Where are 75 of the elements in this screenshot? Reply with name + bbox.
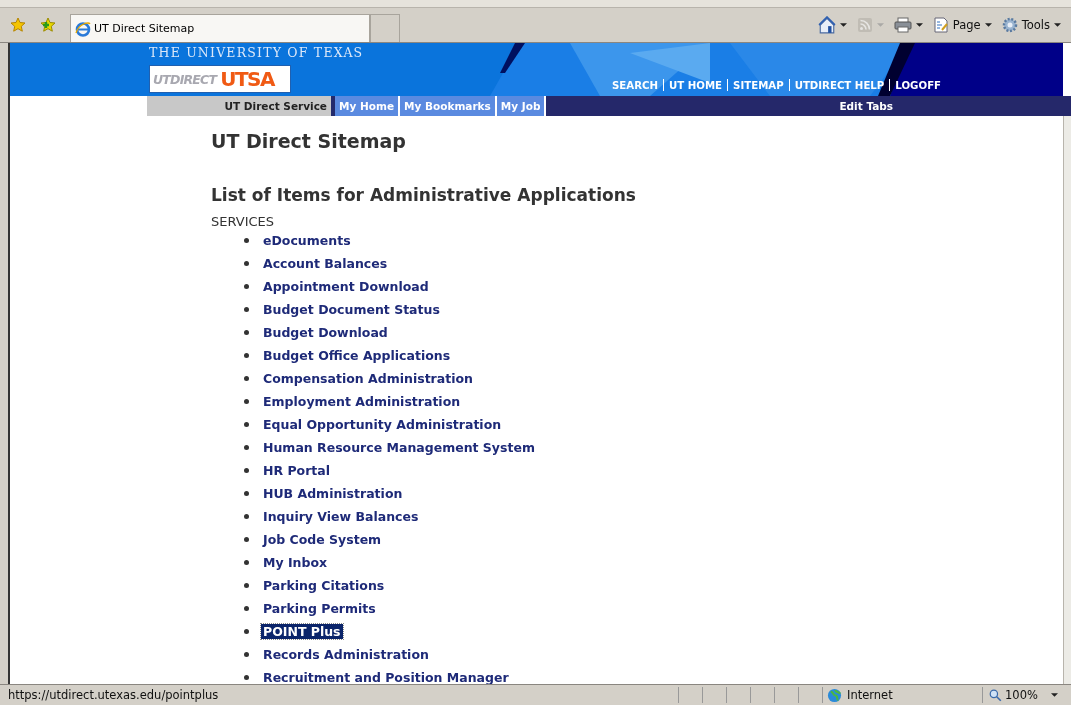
add-favorite-icon[interactable] [40, 17, 56, 33]
bullet-icon [244, 284, 249, 289]
dropdown-caret-icon [1050, 693, 1058, 697]
service-link[interactable]: Employment Administration [261, 394, 463, 409]
service-link[interactable]: Budget Document Status [261, 302, 442, 317]
security-zone: Internet [847, 688, 893, 702]
bullet-icon [244, 583, 249, 588]
nav-tab[interactable]: UT Direct Service [147, 96, 335, 116]
service-link[interactable]: Account Balances [261, 256, 390, 271]
new-tab-button[interactable] [370, 14, 400, 42]
bullet-icon [244, 629, 249, 634]
service-link[interactable]: Inquiry View Balances [261, 509, 421, 524]
bullet-icon [244, 399, 249, 404]
browser-e-icon [75, 20, 91, 37]
page-title: UT Direct Sitemap [211, 130, 407, 152]
favorites-star-icon[interactable] [10, 17, 26, 33]
service-link[interactable]: eDocuments [261, 233, 353, 248]
print-button[interactable] [891, 17, 925, 33]
service-link[interactable]: Equal Opportunity Administration [261, 417, 504, 432]
edit-tabs-link[interactable]: Edit Tabs [839, 100, 894, 112]
bullet-icon [244, 422, 249, 427]
bullet-icon [244, 606, 249, 611]
bullet-icon [244, 353, 249, 358]
service-link[interactable]: POINT Plus [261, 624, 343, 639]
service-link[interactable]: HR Portal [261, 463, 333, 478]
service-link[interactable]: Recruitment and Position Manager [261, 670, 511, 684]
service-link[interactable]: Job Code System [261, 532, 384, 547]
gear-icon [1001, 17, 1018, 33]
dropdown-caret-icon [876, 23, 884, 27]
bullet-icon [244, 307, 249, 312]
house-icon [817, 16, 836, 34]
dropdown-caret-icon [984, 23, 992, 27]
bullet-icon [244, 537, 249, 542]
service-link[interactable]: HUB Administration [261, 486, 405, 501]
bullet-icon [244, 560, 249, 565]
globe-icon [827, 687, 842, 703]
bullet-icon [244, 675, 249, 680]
bullet-icon [244, 330, 249, 335]
header-link[interactable]: SITEMAP [728, 79, 789, 91]
printer-icon [893, 17, 912, 33]
section-heading: List of Items for Administrative Applications [211, 185, 637, 205]
header-link[interactable]: UT HOME [664, 79, 728, 91]
service-link[interactable]: My Inbox [261, 555, 330, 570]
bullet-icon [244, 238, 249, 243]
magnifier-icon [989, 688, 1002, 702]
header-link[interactable]: LOGOFF [890, 79, 947, 91]
page-icon [932, 17, 949, 33]
category-label: SERVICES [211, 214, 276, 229]
service-link[interactable]: Appointment Download [261, 279, 431, 294]
service-link[interactable]: Human Resource Management System [261, 440, 537, 455]
university-name: THE UNIVERSITY OF TEXAS [149, 44, 365, 62]
service-link[interactable]: Parking Citations [261, 578, 387, 593]
bullet-icon [244, 376, 249, 381]
service-link[interactable]: Parking Permits [261, 601, 378, 616]
bullet-icon [244, 445, 249, 450]
bullet-icon [244, 261, 249, 266]
bullet-icon [244, 652, 249, 657]
header-link[interactable]: UTDIRECT HELP [789, 79, 890, 91]
dropdown-caret-icon [915, 23, 923, 27]
scrollbar[interactable] [1063, 116, 1071, 684]
bullet-icon [244, 514, 249, 519]
browser-tab[interactable]: UT Direct Sitemap [70, 14, 370, 42]
feed-icon [856, 17, 873, 33]
bullet-icon [244, 491, 249, 496]
status-url: https://utdirect.utexas.edu/pointplus [7, 688, 220, 702]
zoom-button[interactable]: 100% [982, 687, 1058, 703]
service-link[interactable]: Budget Download [261, 325, 390, 340]
dropdown-caret-icon [839, 23, 847, 27]
bullet-icon [244, 468, 249, 473]
dropdown-caret-icon [1054, 23, 1061, 27]
service-link[interactable]: Records Administration [261, 647, 431, 662]
service-link[interactable]: Budget Office Applications [261, 348, 453, 363]
page-button[interactable]: Page [930, 17, 994, 33]
tools-button[interactable]: Tools [999, 17, 1063, 33]
service-link[interactable]: Compensation Administration [261, 371, 475, 386]
